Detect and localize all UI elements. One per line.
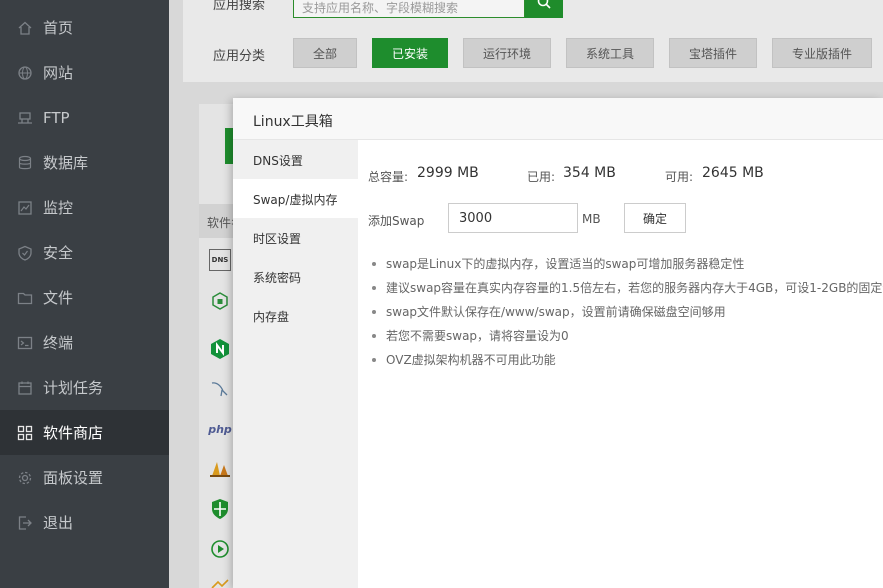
sidebar-item-label: 软件商店 — [43, 424, 104, 442]
modal-title: Linux工具箱 — [233, 98, 883, 140]
ftp-icon — [17, 110, 33, 126]
search-icon — [536, 0, 552, 14]
swap-unit: MB — [582, 212, 601, 226]
tab-swap[interactable]: Swap/虚拟内存 — [233, 179, 358, 218]
folder-icon — [17, 290, 33, 306]
nginx-icon — [209, 338, 231, 360]
tips-list: swap是Linux下的虚拟内存，设置适当的swap可增加服务器稳定性 建议sw… — [370, 254, 883, 374]
category-label: 应用分类 — [213, 49, 266, 64]
swap-panel: 总容量: 2999 MB 已用: 354 MB 可用: 2645 MB 添加Sw… — [358, 140, 883, 588]
terminal-icon — [17, 335, 33, 351]
list-item: 建议swap容量在真实内存容量的1.5倍左右，若您的服务器内存大于4GB，可设1… — [370, 278, 883, 302]
search-button[interactable] — [525, 0, 563, 18]
sidebar: 首页 网站 FTP 数据库 监控 安全 文件 终端 计划任务 软件商店 面板设置 — [0, 0, 169, 588]
used-label: 已用: — [527, 170, 556, 184]
search-label: 应用搜索 — [213, 0, 266, 13]
php-icon: php — [208, 422, 232, 436]
mysql-icon — [209, 378, 231, 400]
used-value: 354 MB — [563, 165, 616, 181]
play-app-icon — [209, 538, 231, 560]
list-item: swap是Linux下的虚拟内存，设置适当的swap可增加服务器稳定性 — [370, 254, 883, 278]
firewall-app-icon — [209, 498, 231, 520]
sidebar-item-home[interactable]: 首页 — [0, 5, 169, 50]
sidebar-item-label: 数据库 — [43, 154, 89, 172]
available-value: 2645 MB — [702, 165, 764, 181]
sidebar-item-logout[interactable]: 退出 — [0, 500, 169, 545]
sidebar-item-label: 网站 — [43, 64, 74, 82]
sidebar-item-monitor[interactable]: 监控 — [0, 185, 169, 230]
sidebar-item-label: 文件 — [43, 289, 74, 307]
modal-tabs: DNS设置 Swap/虚拟内存 时区设置 系统密码 内存盘 — [233, 140, 358, 588]
tab-password[interactable]: 系统密码 — [233, 257, 358, 296]
add-swap-label: 添加Swap — [368, 214, 425, 228]
monitor-icon — [17, 200, 33, 216]
database-icon — [17, 155, 33, 171]
list-header: 软件名称 — [199, 204, 233, 238]
calendar-icon — [17, 380, 33, 396]
category-bt-plugins[interactable]: 宝塔插件 — [669, 38, 757, 68]
confirm-button[interactable]: 确定 — [624, 203, 686, 233]
shield-icon — [17, 245, 33, 261]
search-input[interactable]: 支持应用名称、字段模糊搜索 — [293, 0, 525, 18]
sidebar-item-database[interactable]: 数据库 — [0, 140, 169, 185]
tab-timezone[interactable]: 时区设置 — [233, 218, 358, 257]
list-item: swap文件默认保存在/www/swap，设置前请确保磁盘空间够用 — [370, 302, 883, 326]
sidebar-item-security[interactable]: 安全 — [0, 230, 169, 275]
grid-icon — [17, 425, 33, 441]
action-button-partial[interactable] — [225, 128, 233, 164]
sidebar-item-label: 首页 — [43, 19, 74, 37]
category-all[interactable]: 全部 — [293, 38, 357, 68]
globe-icon — [17, 65, 33, 81]
sidebar-item-ftp[interactable]: FTP — [0, 95, 169, 140]
sidebar-item-label: FTP — [43, 108, 70, 127]
category-installed[interactable]: 已安装 — [372, 38, 448, 68]
list-item: 若您不需要swap，请将容量设为0 — [370, 326, 883, 350]
swap-size-input[interactable]: 3000 — [448, 203, 578, 233]
sidebar-item-label: 计划任务 — [43, 379, 104, 397]
logout-icon — [17, 515, 33, 531]
tool-app-icon — [209, 574, 231, 588]
sidebar-item-files[interactable]: 文件 — [0, 275, 169, 320]
sidebar-item-label: 退出 — [43, 514, 74, 532]
sidebar-item-label: 安全 — [43, 244, 74, 262]
tab-ramdisk[interactable]: 内存盘 — [233, 296, 358, 335]
sidebar-item-store[interactable]: 软件商店 — [0, 410, 169, 455]
category-pro-plugins[interactable]: 专业版插件 — [772, 38, 872, 68]
gear-icon — [17, 470, 33, 486]
tab-dns[interactable]: DNS设置 — [233, 140, 358, 179]
sidebar-item-settings[interactable]: 面板设置 — [0, 455, 169, 500]
sidebar-item-website[interactable]: 网站 — [0, 50, 169, 95]
dns-app-icon: DNS — [209, 249, 231, 271]
category-system-tools[interactable]: 系统工具 — [566, 38, 654, 68]
total-value: 2999 MB — [417, 165, 479, 181]
list-item: OVZ虚拟架构机器不可用此功能 — [370, 350, 883, 374]
sidebar-item-terminal[interactable]: 终端 — [0, 320, 169, 365]
sidebar-item-label: 面板设置 — [43, 469, 104, 487]
total-label: 总容量: — [368, 170, 409, 184]
available-label: 可用: — [665, 170, 694, 184]
home-icon — [17, 20, 33, 36]
sidebar-item-label: 监控 — [43, 199, 74, 217]
security-app-icon — [209, 290, 231, 312]
store-toolbar: 应用搜索 支持应用名称、字段模糊搜索 应用分类 全部 已安装 运行环境 系统工具… — [183, 0, 883, 82]
sidebar-item-label: 终端 — [43, 334, 74, 352]
category-runtime[interactable]: 运行环境 — [463, 38, 551, 68]
tomcat-icon — [209, 458, 231, 480]
linux-toolbox-modal: Linux工具箱 DNS设置 Swap/虚拟内存 时区设置 系统密码 内存盘 总… — [233, 98, 883, 588]
sidebar-item-cron[interactable]: 计划任务 — [0, 365, 169, 410]
